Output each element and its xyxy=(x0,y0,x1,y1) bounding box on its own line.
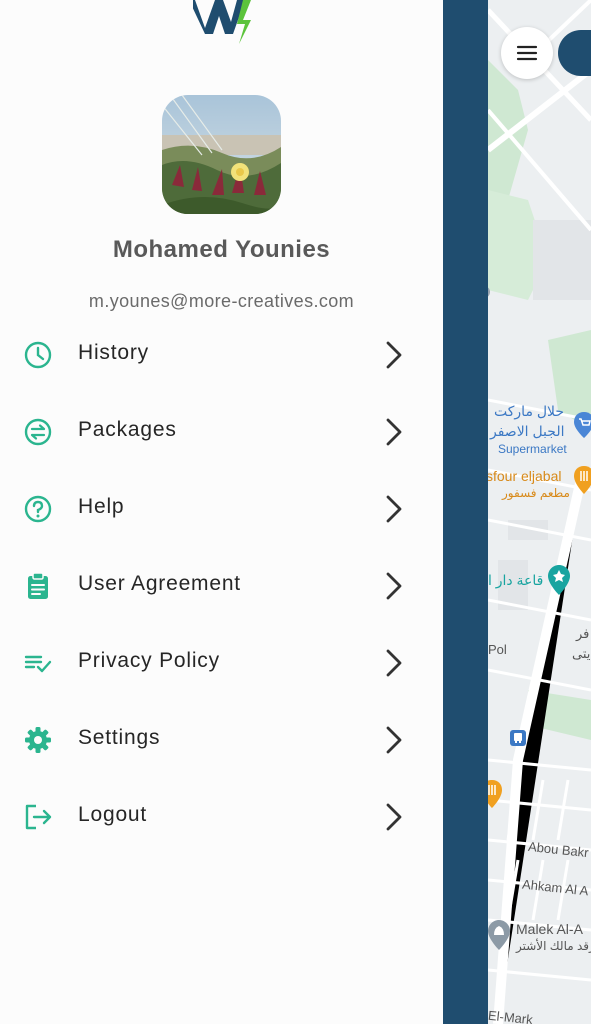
menu-item-logout[interactable]: Logout xyxy=(0,777,443,854)
gear-icon xyxy=(22,724,54,756)
menu-item-label: History xyxy=(78,341,149,364)
chevron-right-icon xyxy=(386,418,402,446)
supermarket-pin-icon[interactable] xyxy=(574,412,591,438)
place-marker-icon[interactable] xyxy=(488,284,492,300)
clipboard-icon xyxy=(22,570,54,602)
map-label-malek-ar: رقد مالك الأشتر xyxy=(516,939,591,953)
chevron-right-icon xyxy=(386,726,402,754)
drawer-edge xyxy=(443,0,488,1024)
chevron-right-icon xyxy=(386,803,402,831)
drawer-menu: History Packages Help User Agreement Pri… xyxy=(0,315,443,854)
venue-pin-icon[interactable] xyxy=(548,565,570,595)
logout-icon xyxy=(22,801,54,833)
chevron-right-icon xyxy=(386,572,402,600)
map-label-carrefour-ar: مطعم فسفور xyxy=(502,486,570,500)
clock-icon xyxy=(22,339,54,371)
map-label-halal-market: حلال ماركت xyxy=(494,403,565,419)
avatar[interactable] xyxy=(162,95,281,214)
map-label-carrefour: sfour eljabal xyxy=(488,468,562,484)
menu-item-history[interactable]: History xyxy=(0,315,443,392)
menu-item-user-agreement[interactable]: User Agreement xyxy=(0,546,443,623)
checklist-icon xyxy=(22,647,54,679)
swap-icon xyxy=(22,416,54,448)
menu-item-label: Logout xyxy=(78,803,148,826)
map-label-hall: قاعة دار ا xyxy=(488,572,544,588)
menu-item-label: Settings xyxy=(78,726,161,749)
menu-item-label: Privacy Policy xyxy=(78,649,220,672)
menu-item-help[interactable]: Help xyxy=(0,469,443,546)
menu-item-label: User Agreement xyxy=(78,572,241,595)
map-label-malek: Malek Al-A xyxy=(516,921,583,937)
chevron-right-icon xyxy=(386,495,402,523)
chevron-right-icon xyxy=(386,649,402,677)
app-logo xyxy=(193,0,251,44)
restaurant-pin-icon[interactable] xyxy=(488,780,502,808)
navigation-drawer: Mohamed Younies m.younes@more-creatives.… xyxy=(0,0,443,1024)
menu-item-privacy-policy[interactable]: Privacy Policy xyxy=(0,623,443,700)
map-view[interactable]: حلال ماركت الجبل الاصفر Supermarket sfou… xyxy=(488,0,591,1024)
help-circle-icon xyxy=(22,493,54,525)
map-roads xyxy=(488,0,591,1024)
menu-item-settings[interactable]: Settings xyxy=(0,700,443,777)
map-label-fr: فر xyxy=(576,626,590,641)
menu-item-label: Help xyxy=(78,495,125,518)
map-label-halal-market-sub: الجبل الاصفر xyxy=(490,423,565,439)
hamburger-menu-icon xyxy=(516,45,538,61)
map-label-supermarket: Supermarket xyxy=(498,442,567,456)
mosque-pin-icon[interactable] xyxy=(488,920,510,950)
menu-item-label: Packages xyxy=(78,418,177,441)
chevron-right-icon xyxy=(386,341,402,369)
menu-item-packages[interactable]: Packages xyxy=(0,392,443,469)
bus-stop-icon[interactable] xyxy=(510,730,526,746)
restaurant-pin-icon[interactable] xyxy=(574,466,591,494)
avatar-photo xyxy=(162,95,281,214)
menu-button[interactable] xyxy=(501,27,553,79)
user-name: Mohamed Younies xyxy=(112,236,331,263)
map-label-fr-sub: يتى xyxy=(572,646,591,661)
user-email: m.younes@more-creatives.com xyxy=(88,291,355,311)
map-label-pol: Pol xyxy=(488,642,507,657)
